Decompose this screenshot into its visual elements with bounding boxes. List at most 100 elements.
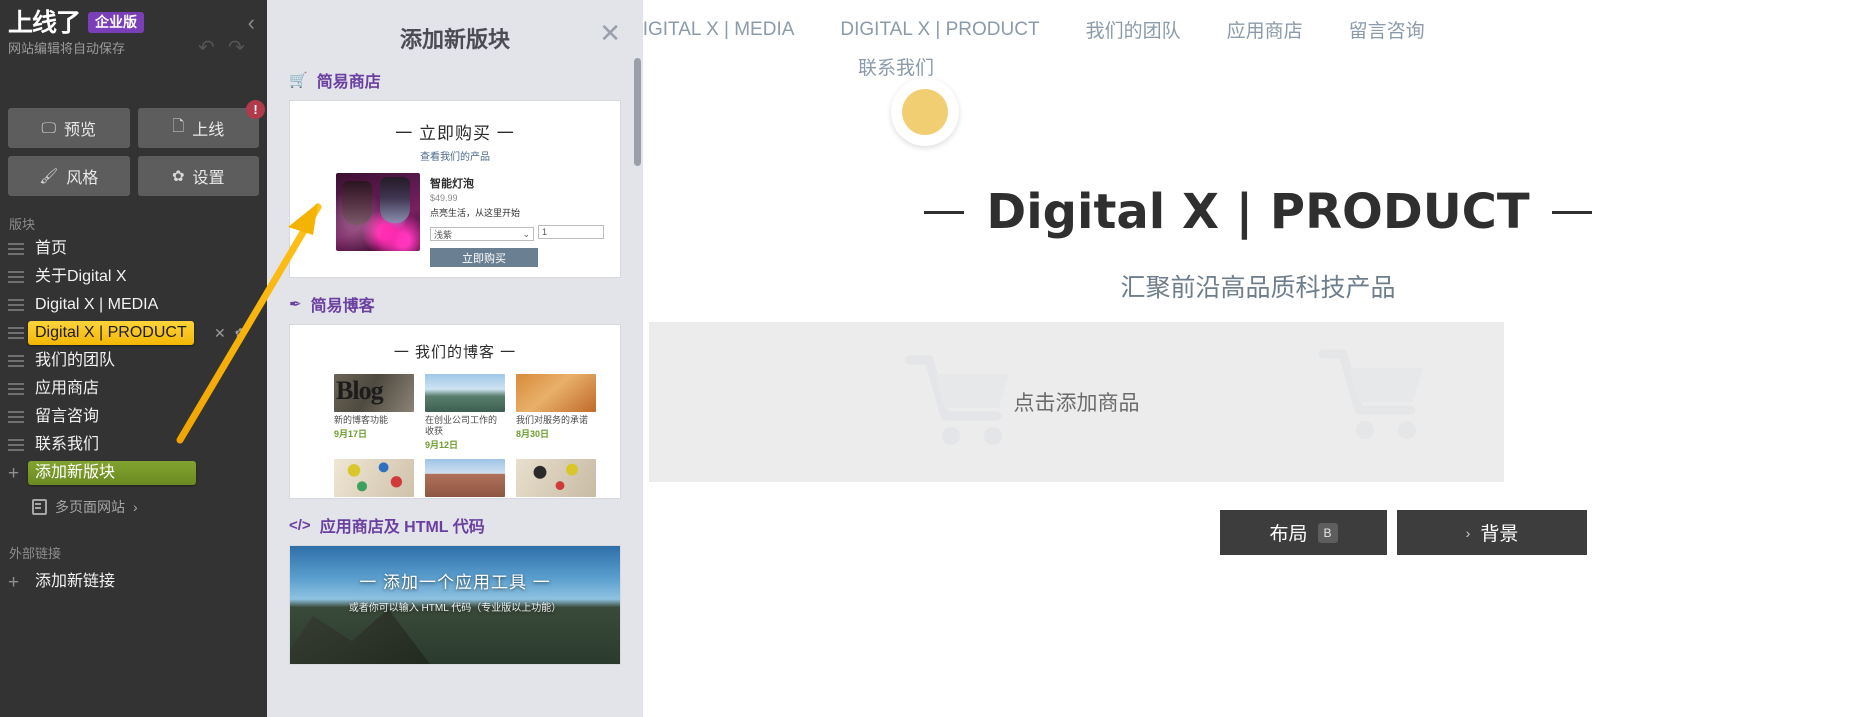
shopping-cart-icon	[1318, 349, 1423, 439]
blog-card-title: 一 我们的博客 一	[393, 344, 517, 361]
preview-button-label: 预览	[63, 122, 96, 139]
buy-now-button[interactable]: 立即购买	[430, 248, 538, 267]
blog-post-grid-2: 新的博客功能 在创业公司工作的收获 我们对服务的承诺	[290, 451, 620, 498]
blog-post: 在创业公司工作的收获	[425, 459, 505, 498]
section-settings-icon[interactable]: ✿	[235, 325, 247, 342]
delete-section-icon[interactable]: ✕	[214, 325, 226, 342]
sidebar-item-label: 我们的团队	[35, 352, 116, 369]
html-card-title: 一 添加一个应用工具 一	[359, 573, 551, 592]
template-card-html[interactable]: 一 添加一个应用工具 一 或者你可以输入 HTML 代码（专业版以上功能）	[289, 545, 621, 665]
add-link-button[interactable]: + 添加新链接	[0, 568, 267, 596]
product-variant-select[interactable]: 浅紫 ⌄	[430, 227, 534, 241]
code-icon: </>	[289, 516, 311, 534]
external-links-label: 外部链接	[9, 546, 62, 561]
site-preview: DIGITAL X | MEDIA DIGITAL X | PRODUCT 我们…	[643, 0, 1873, 717]
drag-handle-icon[interactable]	[0, 271, 28, 283]
nav-item-media[interactable]: DIGITAL X | MEDIA	[643, 19, 794, 41]
blog-post: 我们对服务的承诺	[516, 459, 596, 498]
product-quantity-input[interactable]: 1	[538, 225, 604, 239]
sidebar-item-contact[interactable]: 联系我们	[0, 431, 267, 459]
nav-item-contact[interactable]: 联系我们	[643, 53, 1873, 80]
chevron-right-icon: ›	[1465, 524, 1471, 541]
shop-card-row: 智能灯泡 $49.99 点亮生活，从这里开始 浅紫 ⌄ 1 立即购买	[290, 163, 620, 267]
logo-circle	[891, 78, 959, 146]
group-heading-html: </> 应用商店及 HTML 代码	[289, 513, 621, 537]
blog-post-date: 9月12日	[425, 440, 459, 450]
blog-thumbnail	[425, 459, 505, 497]
product-quantity-value: 1	[542, 227, 548, 237]
drag-handle-icon[interactable]	[0, 327, 28, 339]
shop-card-title: 一 立即购买 一	[395, 124, 515, 143]
layout-button-label: 布局	[1269, 524, 1308, 545]
product-options-row: 浅紫 ⌄ 1	[430, 223, 604, 241]
monitor-icon: 🖵	[41, 119, 56, 137]
nav-item-message[interactable]: 留言咨询	[1349, 16, 1425, 43]
group-heading-label: 简易博客	[310, 298, 375, 315]
blog-post: 在创业公司工作的收获 9月12日	[425, 374, 505, 451]
sidebar-item-media[interactable]: Digital X | MEDIA	[0, 291, 267, 319]
cart-icon: 🛒	[289, 72, 308, 89]
sidebar-item-about[interactable]: 关于Digital X	[0, 263, 267, 291]
multipage-site-link[interactable]: 多页面网站 ›	[0, 487, 267, 517]
drag-handle-icon[interactable]	[0, 355, 28, 367]
page-title-text: Digital X | PRODUCT	[986, 184, 1530, 240]
nav-item-team[interactable]: 我们的团队	[1086, 16, 1181, 43]
nav-item-appstore[interactable]: 应用商店	[1227, 16, 1303, 43]
product-name: 智能灯泡	[430, 178, 474, 190]
group-heading-label: 简易商店	[316, 74, 381, 91]
sidebar-item-product[interactable]: Digital X | PRODUCT ✕ ✿	[0, 319, 267, 347]
preview-button[interactable]: 🖵 预览	[8, 108, 130, 148]
settings-button-label: 设置	[192, 170, 225, 187]
close-icon[interactable]: ✕	[599, 20, 621, 46]
settings-button[interactable]: ✿ 设置	[137, 156, 259, 196]
sidebar-item-appstore[interactable]: 应用商店	[0, 375, 267, 403]
blog-thumbnail	[425, 374, 505, 412]
template-card-blog[interactable]: 一 我们的博客 一 新的博客功能 9月17日 在创业公司工作的收获 9月12日	[289, 324, 621, 499]
blog-post: 新的博客功能 9月17日	[334, 374, 414, 451]
nav-item-product[interactable]: DIGITAL X | PRODUCT	[840, 19, 1039, 41]
undo-icon[interactable]: ↶	[198, 38, 215, 58]
sidebar-item-label: Digital X | PRODUCT	[28, 321, 194, 345]
collapse-left-icon[interactable]: ‹	[248, 12, 255, 34]
page-title: Digital X | PRODUCT	[643, 184, 1873, 240]
drag-handle-icon[interactable]	[0, 411, 28, 423]
blog-thumbnail	[516, 374, 596, 412]
group-heading-shop: 🛒 简易商店	[289, 68, 621, 92]
layout-button[interactable]: 布局 B	[1220, 510, 1387, 555]
sections-label: 版块	[9, 217, 36, 232]
background-button[interactable]: › 背景	[1397, 510, 1587, 555]
add-section-button[interactable]: + 添加新版块	[0, 459, 267, 487]
product-info: 智能灯泡 $49.99 点亮生活，从这里开始 浅紫 ⌄ 1 立即购买	[430, 173, 604, 267]
background-button-label: 背景	[1480, 524, 1519, 545]
autosave-text: 网站编辑将自动保存	[8, 41, 126, 56]
group-heading-label: 应用商店及 HTML 代码	[319, 519, 485, 536]
template-card-shop[interactable]: 一 立即购买 一 查看我们的产品 智能灯泡 $49.99 点亮生活，从这里开始 …	[289, 100, 621, 278]
blog-post-date: 8月30日	[516, 429, 550, 439]
section-list: 首页 关于Digital X Digital X | MEDIA Digital…	[0, 235, 267, 487]
toolbar-row-1: 🖵 预览 🗋 上线 !	[0, 100, 267, 148]
sidebar-item-message[interactable]: 留言咨询	[0, 403, 267, 431]
blog-thumbnail	[334, 374, 414, 412]
shopping-cart-icon	[905, 355, 1009, 445]
publish-button[interactable]: 🗋 上线 !	[137, 100, 265, 148]
empty-product-area[interactable]: 点击添加商品	[649, 322, 1504, 482]
shop-card-subtitle: 查看我们的产品	[420, 152, 490, 163]
chevron-right-icon: ›	[133, 499, 138, 515]
drag-handle-icon[interactable]	[0, 383, 28, 395]
drag-handle-icon[interactable]	[0, 439, 28, 451]
sidebar-item-label: 关于Digital X	[35, 268, 127, 285]
drag-handle-icon[interactable]	[0, 299, 28, 311]
style-button-label: 风格	[66, 170, 99, 187]
redo-icon[interactable]: ↷	[228, 38, 245, 58]
product-price: $49.99	[430, 193, 458, 203]
blog-thumbnail	[334, 459, 414, 497]
page-subtitle: 汇聚前沿高品质科技产品	[1120, 274, 1396, 302]
sidebar-item-team[interactable]: 我们的团队	[0, 347, 267, 375]
blog-post-title: 新的博客功能	[334, 415, 389, 425]
drag-handle-icon[interactable]	[0, 243, 28, 255]
sidebar-item-label: 应用商店	[35, 380, 100, 397]
sidebar-item-home[interactable]: 首页	[0, 235, 267, 263]
title-rule-left	[924, 210, 965, 214]
panel-scrollbar[interactable]	[634, 58, 641, 166]
style-button[interactable]: 🖌 风格	[8, 156, 130, 196]
